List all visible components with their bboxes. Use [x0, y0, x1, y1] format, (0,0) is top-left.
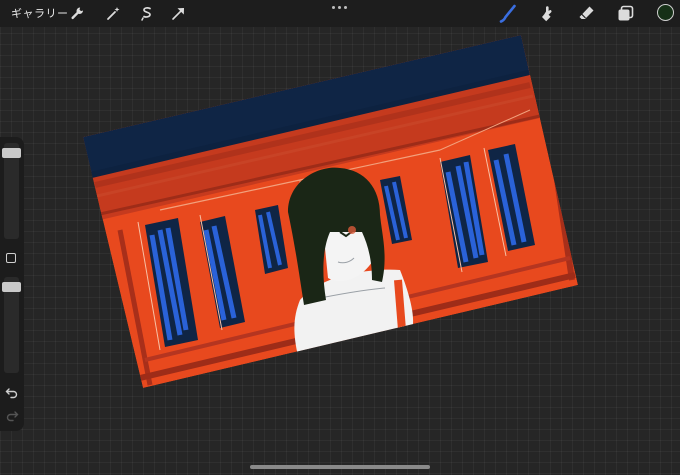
home-indicator — [250, 465, 430, 469]
artwork-canvas[interactable] — [0, 0, 680, 475]
artwork — [83, 35, 578, 388]
